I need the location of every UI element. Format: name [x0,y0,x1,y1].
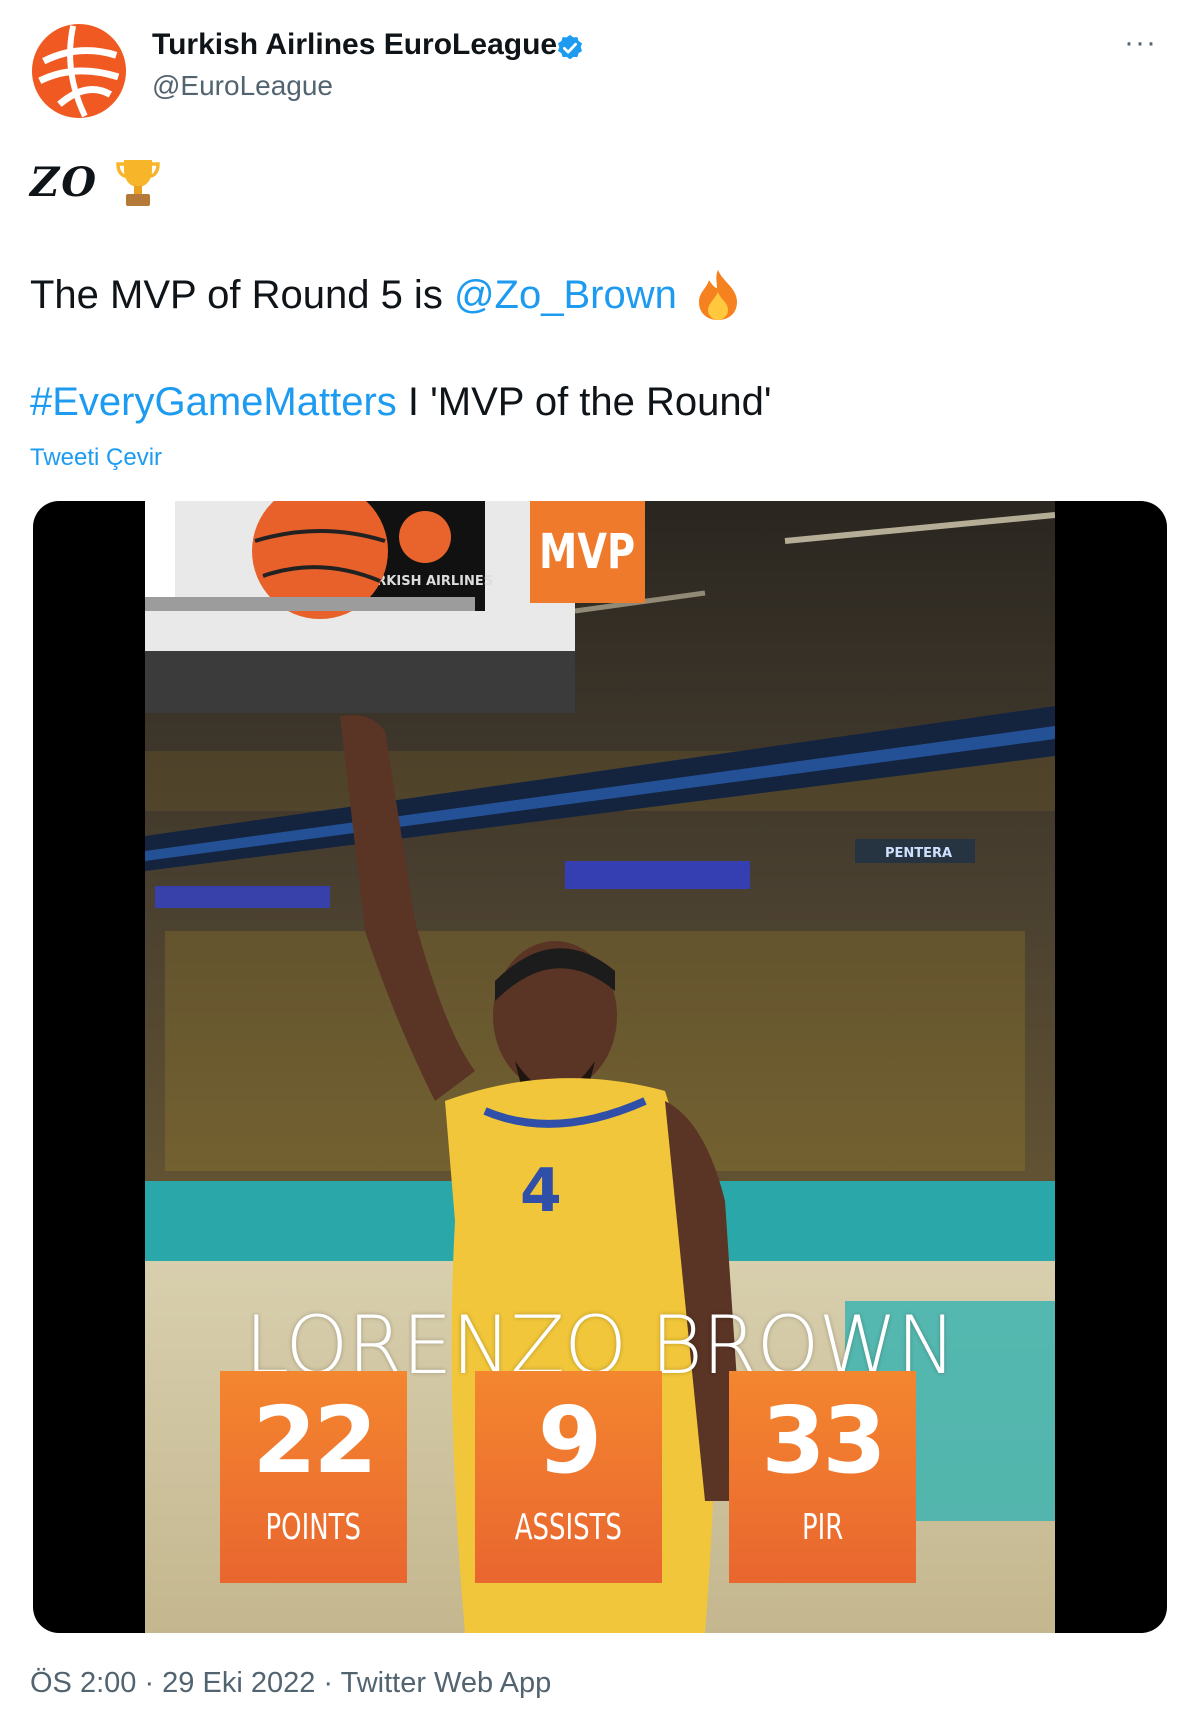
user-handle[interactable]: @EuroLeague [152,70,333,102]
mvp-badge: MVP [530,501,645,603]
stat-points: 22 POINTS [220,1371,407,1583]
svg-text:4: 4 [520,1156,562,1226]
mvp-graphic: PENTERA TURKISH AIRLINES 4 MVP LORENZO B… [145,501,1055,1633]
fire-icon [698,270,737,320]
translate-tweet-link[interactable]: Tweeti Çevir [30,444,162,472]
stat-value: 33 [761,1387,886,1494]
sponsor-text: PENTERA [885,846,952,861]
display-name[interactable]: Turkish Airlines EuroLeague [152,28,557,62]
more-options-icon[interactable]: ··· [1124,26,1157,60]
tweet-media[interactable]: PENTERA TURKISH AIRLINES 4 MVP LORENZO B… [33,501,1167,1633]
stat-value: 9 [537,1387,602,1494]
verified-badge-icon [558,34,582,60]
stat-assists: 9 ASSISTS [475,1371,662,1583]
euroleague-logo-icon[interactable] [30,22,128,120]
stat-pir: 33 PIR [729,1371,916,1583]
tweet-timestamp[interactable]: ÖS 2:00 · 29 Eki 2022 · Twitter Web App [30,1667,551,1700]
stat-label: ASSISTS [514,1507,623,1548]
tweet-line-zo: ZO [30,152,160,212]
tweet-line-mvp: The MVP of Round 5 is @Zo_Brown [30,268,743,322]
tweet-line-hashtag: #EveryGameMatters I 'MVP of the Round' [30,380,772,425]
stat-value: 22 [252,1387,377,1494]
tweet-zo-text: ZO [30,158,99,206]
stat-label: POINTS [265,1507,362,1548]
tweet-text-suffix: I 'MVP of the Round' [396,380,772,424]
hashtag-link[interactable]: #EveryGameMatters [30,380,397,424]
mention-link[interactable]: @Zo_Brown [454,273,677,318]
trophy-icon [116,160,160,206]
mvp-badge-text: MVP [539,524,636,580]
stat-label: PIR [801,1507,844,1548]
tweet-text-prefix: The MVP of Round 5 is [30,272,454,317]
